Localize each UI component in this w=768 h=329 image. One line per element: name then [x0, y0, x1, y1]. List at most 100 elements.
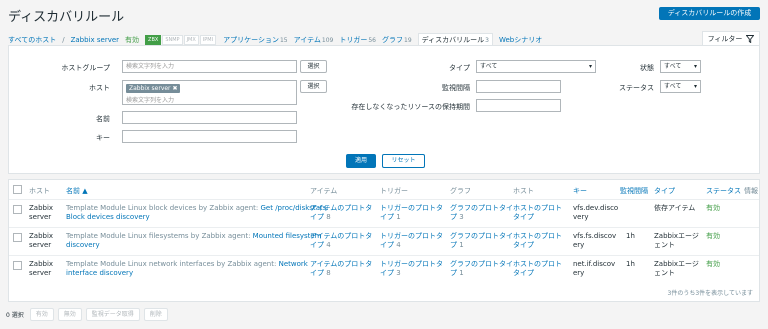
row-trigger-prototypes[interactable]: トリガーのプロトタ イプ 3 [380, 260, 443, 278]
hostgroup-select-button[interactable]: 選択 [300, 60, 327, 73]
row-items-line1: アイテムのプロトタ [310, 232, 373, 240]
row-key-line2: ery [573, 269, 585, 277]
row-host[interactable]: Zabbix server [29, 232, 53, 250]
type-select-value: すべて [480, 63, 498, 70]
header-key[interactable]: キー [573, 186, 587, 196]
row-items-line1: アイテムのプロトタ [310, 260, 373, 268]
row-type-line1: 依存アイテム [654, 204, 696, 212]
row-key-line1: vfs.dev.disco [573, 204, 619, 212]
status-select[interactable]: すべて ▾ [660, 80, 701, 93]
host-select-button[interactable]: 選択 [300, 80, 327, 93]
row-graph-prototypes[interactable]: グラフのプロトタイプ 1 [450, 260, 513, 278]
key-label: キー [96, 134, 110, 142]
filter-funnel-icon [746, 34, 755, 43]
row-host-prototypes[interactable]: ホストのプロト タイプ [513, 232, 562, 250]
header-hosts: ホスト [513, 187, 534, 195]
row-status[interactable]: 有効 [706, 204, 720, 213]
state-select[interactable]: すべて ▾ [660, 60, 701, 73]
row-items-count: 4 [326, 241, 331, 249]
nav-host[interactable]: Zabbix server [71, 36, 119, 44]
name-label: 名前 [96, 115, 110, 123]
select-all-checkbox[interactable] [13, 185, 22, 194]
nav-all-hosts[interactable]: すべてのホスト [8, 35, 56, 45]
row-host-prototypes[interactable]: ホストのプロト タイプ [513, 260, 562, 278]
nav-items[interactable]: アイテム109 [294, 35, 334, 45]
nav-triggers[interactable]: トリガー56 [339, 35, 376, 45]
host-label: ホスト [89, 84, 110, 92]
hostgroup-input[interactable]: 検索文字列を入力 [122, 60, 297, 73]
mass-enable-button[interactable]: 有効 [29, 308, 54, 321]
header-info: 情報 [744, 187, 758, 195]
row-trigger-prototypes[interactable]: トリガーのプロトタ イプ 4 [380, 232, 443, 250]
row-trigger-prototypes[interactable]: トリガーのプロトタ イプ 1 [380, 204, 443, 222]
chevron-down-icon: ▾ [588, 63, 592, 70]
state-label: 状態 [640, 64, 654, 72]
close-icon[interactable]: ✖ [172, 85, 177, 92]
row-checkbox[interactable] [13, 233, 22, 242]
row-item-prototypes[interactable]: アイテムのプロトタ イプ 8 [310, 260, 372, 278]
row-name-template[interactable]: Template Module Linux block devices by Z… [66, 204, 261, 212]
nav-web-scenarios[interactable]: Webシナリオ [499, 35, 542, 45]
row-type-line2: ェント [654, 241, 675, 249]
mass-delete-button[interactable]: 削除 [143, 308, 168, 321]
row-key: vfs.fs.discov ery [573, 232, 616, 250]
filter-tab[interactable]: フィルター [702, 31, 760, 45]
row-items-line2: イプ [310, 269, 324, 277]
type-select[interactable]: すべて ▾ [476, 60, 596, 73]
header-status[interactable]: ステータス [706, 186, 741, 196]
row-name-link[interactable]: discovery [66, 241, 100, 249]
row-graph-prototypes[interactable]: グラフのプロトタイプ 1 [450, 232, 513, 250]
row-name-parent[interactable]: Network [279, 260, 308, 268]
row-triggers-line2: イプ [380, 241, 394, 249]
nav-applications-count: 15 [279, 37, 288, 44]
host-multiselect[interactable]: Zabbix server ✖ 検索文字列を入力 [122, 80, 297, 105]
row-status[interactable]: 有効 [706, 232, 720, 241]
row-name-link[interactable]: interface discovery [66, 269, 133, 277]
nav-applications[interactable]: アプリケーション15 [223, 35, 288, 45]
row-name-link[interactable]: Block devices discovery [66, 213, 150, 221]
header-graphs: グラフ [450, 187, 471, 195]
key-input[interactable] [122, 130, 297, 143]
row-type: Zabbixエージ ェント [654, 232, 699, 250]
row-graphs-line1: グラフのプロトタイ [450, 204, 513, 212]
lost-resources-input[interactable] [476, 99, 561, 112]
type-label: タイプ [449, 64, 470, 72]
row-host-prototypes[interactable]: ホストのプロト タイプ [513, 204, 562, 222]
header-type[interactable]: タイプ [654, 186, 675, 196]
row-host[interactable]: Zabbix server [29, 204, 53, 222]
row-graph-prototypes[interactable]: グラフのプロトタイプ 3 [450, 204, 513, 222]
interval-input[interactable] [476, 80, 561, 93]
mass-disable-button[interactable]: 無効 [57, 308, 82, 321]
mass-check-now-button[interactable]: 監視データ取得 [85, 308, 140, 321]
filter-tab-label: フィルター [707, 34, 743, 43]
row-triggers-count: 4 [396, 241, 401, 249]
nav-graphs[interactable]: グラフ19 [382, 35, 412, 45]
row-key: net.if.discov ery [573, 260, 615, 278]
row-name-template[interactable]: Template Module Linux filesystems by Zab… [66, 232, 253, 240]
create-discovery-rule-button[interactable]: ディスカバリルールの作成 [659, 7, 760, 20]
header-name[interactable]: 名前 ▲ [66, 186, 88, 196]
hostgroup-label: ホストグループ [61, 64, 110, 72]
row-triggers-count: 3 [396, 269, 401, 277]
row-status[interactable]: 有効 [706, 260, 720, 269]
row-name-template[interactable]: Template Module Linux network interfaces… [66, 260, 279, 268]
name-input[interactable] [122, 111, 297, 124]
row-host[interactable]: Zabbix server [29, 260, 53, 278]
apply-button[interactable]: 適用 [346, 154, 376, 168]
row-item-prototypes[interactable]: アイテムのプロトタ イプ 8 [310, 204, 372, 222]
nav-graphs-label: グラフ [382, 36, 403, 44]
host-chip[interactable]: Zabbix server ✖ [126, 84, 181, 93]
row-checkbox[interactable] [13, 205, 22, 214]
host-status[interactable]: 有効 [125, 35, 139, 45]
table-row: Zabbix server Template Module Linux netwo… [9, 255, 759, 283]
row-items-count: 8 [326, 213, 331, 221]
row-item-prototypes[interactable]: アイテムのプロトタ イプ 4 [310, 232, 372, 250]
row-type: Zabbixエージ ェント [654, 260, 699, 278]
row-items-count: 8 [326, 269, 331, 277]
row-triggers-line2: イプ [380, 269, 394, 277]
reset-button[interactable]: リセット [382, 154, 425, 168]
row-graphs-count: 3 [459, 213, 464, 221]
header-interval[interactable]: 監視間隔 [620, 186, 648, 196]
row-checkbox[interactable] [13, 261, 22, 270]
page-title: ディスカバリルール [8, 10, 125, 25]
